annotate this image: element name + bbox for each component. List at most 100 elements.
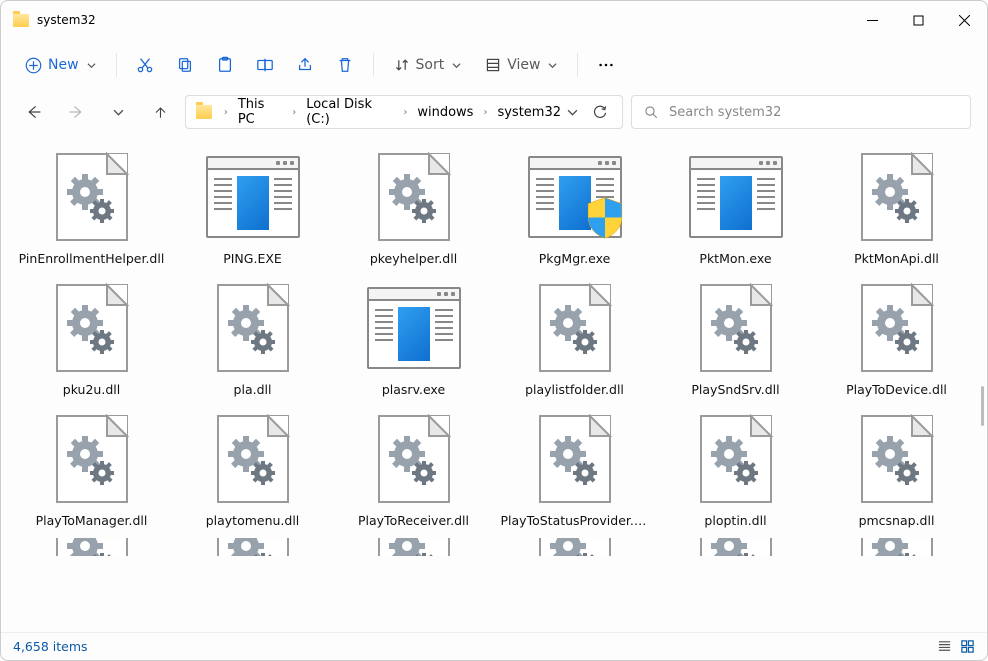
file-label: ploptin.dll [704, 513, 766, 528]
view-label: View [507, 57, 540, 73]
file-item[interactable]: PING.EXE [172, 145, 333, 274]
file-item[interactable]: pmcsnap.dll [816, 407, 977, 536]
navbar: › This PC › Local Disk (C:) › windows › … [1, 91, 987, 139]
file-label: PkgMgr.exe [539, 251, 611, 266]
file-icon [44, 411, 140, 507]
file-icon [527, 542, 623, 556]
details-view-button[interactable] [937, 639, 952, 654]
file-label: PlayToStatusProvider.dll [501, 513, 649, 528]
breadcrumb-this-pc[interactable]: This PC [236, 94, 284, 130]
file-icon [366, 280, 462, 376]
delete-button[interactable] [327, 50, 363, 80]
sort-button[interactable]: Sort [384, 51, 472, 79]
back-button[interactable] [17, 97, 51, 127]
file-item[interactable]: pkeyhelper.dll [333, 145, 494, 274]
file-label: PlaySndSrv.dll [691, 382, 779, 397]
file-icon [849, 149, 945, 245]
close-button[interactable] [941, 1, 987, 39]
file-icon [205, 280, 301, 376]
file-label: PING.EXE [223, 251, 282, 266]
breadcrumb-system32[interactable]: system32 [495, 102, 563, 123]
file-icon [527, 280, 623, 376]
new-button[interactable]: New [15, 51, 106, 80]
file-item[interactable]: PlayToManager.dll [11, 407, 172, 536]
file-icon [366, 411, 462, 507]
file-item[interactable] [172, 538, 333, 556]
file-label: plasrv.exe [382, 382, 445, 397]
file-item[interactable]: PlayToStatusProvider.dll [494, 407, 655, 536]
file-label: pla.dll [234, 382, 272, 397]
titlebar: system32 [1, 1, 987, 39]
file-icon [366, 542, 462, 556]
search-icon [644, 105, 659, 120]
scrollbar[interactable] [981, 386, 984, 426]
file-pane[interactable]: PinEnrollmentHelper.dll PING.EXE pkeyhelpe… [1, 139, 987, 632]
file-icon [849, 542, 945, 556]
file-icon [205, 411, 301, 507]
file-item[interactable]: PlayToReceiver.dll [333, 407, 494, 536]
file-item[interactable] [11, 538, 172, 556]
copy-button[interactable] [167, 50, 203, 80]
file-item[interactable]: playlistfolder.dll [494, 276, 655, 405]
file-label: pmcsnap.dll [859, 513, 935, 528]
rename-button[interactable] [247, 50, 283, 80]
search-input[interactable] [669, 105, 958, 120]
file-item[interactable]: PkgMgr.exe [494, 145, 655, 274]
file-icon [205, 149, 301, 245]
file-icon [44, 149, 140, 245]
file-item[interactable]: PlaySndSrv.dll [655, 276, 816, 405]
file-item[interactable] [494, 538, 655, 556]
breadcrumb-windows[interactable]: windows [415, 102, 475, 123]
file-item[interactable]: plasrv.exe [333, 276, 494, 405]
file-label: PktMonApi.dll [854, 251, 939, 266]
file-label: PlayToDevice.dll [846, 382, 947, 397]
search-box[interactable] [631, 95, 971, 129]
more-button[interactable] [588, 50, 624, 80]
maximize-button[interactable] [895, 1, 941, 39]
file-item[interactable] [655, 538, 816, 556]
file-item[interactable]: PktMonApi.dll [816, 145, 977, 274]
forward-button[interactable] [59, 97, 93, 127]
item-count: 4,658 items [13, 639, 88, 654]
file-item[interactable]: PktMon.exe [655, 145, 816, 274]
file-label: pku2u.dll [63, 382, 120, 397]
file-item[interactable]: ploptin.dll [655, 407, 816, 536]
cut-button[interactable] [127, 50, 163, 80]
up-button[interactable] [143, 97, 177, 127]
window-title: system32 [37, 13, 96, 27]
file-icon [44, 280, 140, 376]
recent-button[interactable] [101, 97, 135, 127]
chevron-right-icon[interactable]: › [288, 107, 300, 118]
chevron-right-icon[interactable]: › [399, 107, 411, 118]
file-item[interactable] [816, 538, 977, 556]
paste-button[interactable] [207, 50, 243, 80]
file-icon [527, 149, 623, 245]
sort-label: Sort [416, 57, 445, 73]
new-label: New [48, 57, 79, 73]
file-item[interactable]: pku2u.dll [11, 276, 172, 405]
share-button[interactable] [287, 50, 323, 80]
view-button[interactable]: View [475, 51, 567, 79]
file-icon [527, 411, 623, 507]
folder-icon [196, 105, 212, 119]
file-label: PinEnrollmentHelper.dll [19, 251, 165, 266]
chevron-down-icon[interactable] [567, 107, 578, 118]
chevron-right-icon[interactable]: › [220, 107, 232, 118]
chevron-right-icon[interactable]: › [479, 107, 491, 118]
breadcrumb-local-disk[interactable]: Local Disk (C:) [304, 94, 395, 130]
file-item[interactable]: pla.dll [172, 276, 333, 405]
file-icon [688, 149, 784, 245]
file-icon [366, 149, 462, 245]
file-item[interactable]: PinEnrollmentHelper.dll [11, 145, 172, 274]
file-item[interactable] [333, 538, 494, 556]
file-item[interactable]: playtomenu.dll [172, 407, 333, 536]
file-icon [849, 411, 945, 507]
file-label: PlayToReceiver.dll [358, 513, 469, 528]
file-item[interactable]: PlayToDevice.dll [816, 276, 977, 405]
file-label: PlayToManager.dll [36, 513, 148, 528]
large-icons-view-button[interactable] [960, 639, 975, 654]
refresh-button[interactable] [592, 104, 608, 120]
minimize-button[interactable] [849, 1, 895, 39]
address-bar[interactable]: › This PC › Local Disk (C:) › windows › … [185, 95, 623, 129]
file-icon [849, 280, 945, 376]
